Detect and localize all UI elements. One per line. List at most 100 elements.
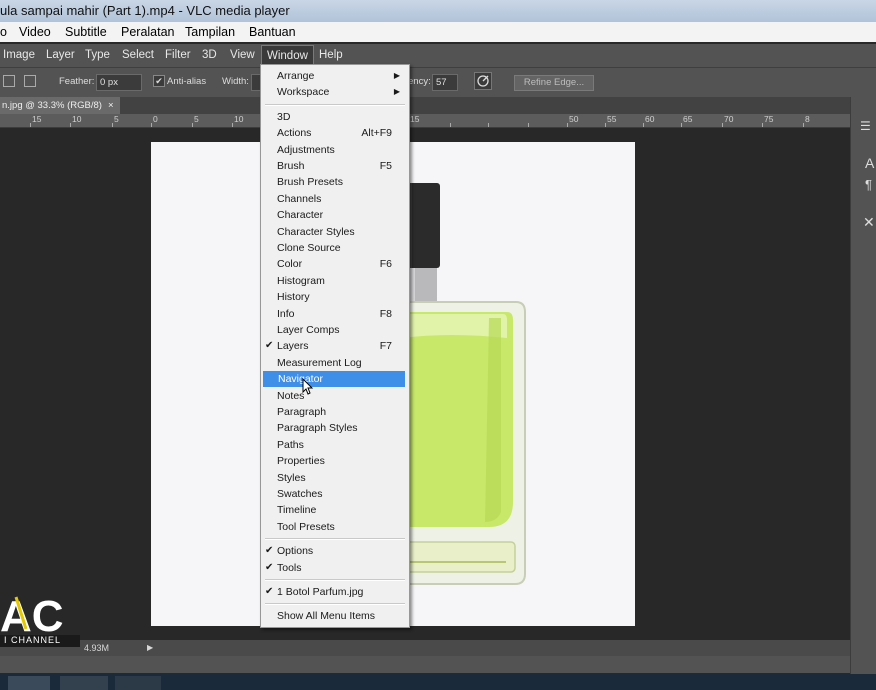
menu-item-brush[interactable]: Brush F5 (262, 158, 406, 174)
ruler-label: 15 (410, 114, 420, 124)
menu-item-label: Character Styles (277, 225, 355, 238)
menu-item-histogram[interactable]: Histogram (262, 273, 406, 289)
menu-item-styles[interactable]: Styles (262, 470, 406, 486)
menu-item-clone-source[interactable]: Clone Source (262, 240, 406, 256)
menu-item-label: Timeline (277, 504, 317, 517)
windows-taskbar (0, 674, 876, 690)
menu-item-label: Color (277, 258, 303, 271)
menu-item-arrange[interactable]: Arrange ▶ (262, 68, 406, 84)
pen-pressure-icon[interactable] (474, 72, 492, 90)
vlc-menu-subtitle[interactable]: Subtitle (65, 22, 107, 42)
right-panel-dock: ☰ A ¶ ✕ (850, 97, 876, 674)
menu-item-brush-presets[interactable]: Brush Presets (262, 174, 406, 190)
feather-input[interactable]: 0 px (96, 74, 142, 91)
opacity-input[interactable]: 57 (432, 74, 458, 91)
antialias-checkbox[interactable]: ✔ (153, 75, 165, 87)
ps-menu-bar: Image Layer Type Select Filter 3D View W… (0, 44, 876, 67)
menu-item-options[interactable]: ✔ Options (262, 543, 406, 559)
menu-item-label: Tools (277, 561, 302, 574)
ps-menu-window[interactable]: Window (261, 45, 314, 66)
menu-item-actions[interactable]: Actions Alt+F9 (262, 125, 406, 141)
menu-item-color[interactable]: Color F6 (262, 256, 406, 272)
menu-item-channels[interactable]: Channels (262, 191, 406, 207)
menu-item-navigator[interactable]: Navigator (263, 371, 405, 388)
vlc-menu-peralatan[interactable]: Peralatan (121, 22, 175, 42)
submenu-arrow-icon: ▶ (393, 87, 400, 97)
menu-item-character[interactable]: Character (262, 207, 406, 223)
menu-item-label: History (277, 291, 310, 304)
menu-item-label: Navigator (278, 373, 323, 386)
menu-item-workspace[interactable]: Workspace ▶ (262, 84, 406, 100)
menu-item-label: Paths (277, 438, 304, 451)
menu-item-1-botol-parfum-jpg[interactable]: ✔ 1 Botol Parfum.jpg (262, 584, 406, 600)
menu-item-label: Clone Source (277, 242, 341, 254)
chrome-icon[interactable] (60, 676, 108, 690)
menu-item-character-styles[interactable]: Character Styles (262, 224, 406, 240)
menu-item-label: Notes (277, 389, 305, 402)
checkmark-icon: ✔ (265, 586, 274, 597)
menu-item-properties[interactable]: Properties (262, 453, 406, 469)
panel-options-icon[interactable]: ☰ (860, 119, 871, 133)
feather-label: Feather: (59, 76, 95, 87)
menu-item-label: Show All Menu Items (277, 610, 376, 623)
options-bar: Feather: 0 px ✔ Anti-alias Width: ency: … (0, 67, 876, 97)
menu-item-show-all-menu-items[interactable]: Show All Menu Items (262, 608, 406, 624)
menu-item-tool-presets[interactable]: Tool Presets (262, 519, 406, 535)
menu-item-history[interactable]: History (262, 289, 406, 305)
ps-menu-view[interactable]: View (230, 44, 255, 67)
menu-item-paragraph-styles[interactable]: Paragraph Styles (262, 420, 406, 436)
watermark-channel-text: I CHANNEL (4, 635, 62, 645)
menu-item-adjustments[interactable]: Adjustments (262, 142, 406, 158)
refine-edge-button[interactable]: Refine Edge... (514, 75, 594, 91)
ps-menu-image[interactable]: Image (3, 44, 35, 67)
vlc-menu-bantuan[interactable]: Bantuan (249, 22, 296, 42)
checkmark-icon: ✔ (265, 561, 274, 573)
taskbar-app-icon[interactable] (8, 676, 50, 690)
bottom-panel-strip (0, 656, 850, 673)
menu-item-paths[interactable]: Paths (262, 437, 406, 453)
ruler-label: 10 (72, 114, 82, 124)
menu-item-layer-comps[interactable]: Layer Comps (262, 322, 406, 338)
ps-menu-filter[interactable]: Filter (165, 44, 191, 67)
tool-presets-icon[interactable]: ✕ (863, 214, 875, 231)
paragraph-panel-icon[interactable]: ¶ (865, 177, 872, 192)
menu-item-timeline[interactable]: Timeline (262, 502, 406, 518)
close-tab-icon[interactable]: × (108, 97, 114, 114)
ruler-label: 10 (234, 114, 244, 124)
vlc-menu-tampilan[interactable]: Tampilan (185, 22, 235, 42)
vlc-menu-video[interactable]: Video (19, 22, 51, 42)
menu-item-label: Histogram (277, 274, 325, 287)
menu-separator (265, 603, 405, 606)
channel-watermark-logo: AC I CHANNEL (0, 583, 84, 653)
window-menu-dropdown: Arrange ▶ Workspace ▶ 3D Actions Alt+F9 Adjustm… (260, 64, 410, 628)
doc-size-readout: 4.93M (84, 643, 110, 653)
ps-menu-select[interactable]: Select (122, 44, 154, 67)
ps-menu-3d[interactable]: 3D (202, 44, 217, 67)
menu-item-shortcut: Alt+F9 (361, 127, 392, 140)
menu-item-shortcut: F8 (379, 307, 392, 320)
ruler-label: 0 (153, 114, 158, 124)
character-panel-icon[interactable]: A (865, 155, 874, 171)
menu-item-swatches[interactable]: Swatches (262, 486, 406, 502)
add-selection-icon[interactable] (24, 75, 36, 87)
menu-item-tools[interactable]: ✔ Tools (262, 560, 406, 576)
menu-item-label: Paragraph Styles (277, 422, 358, 435)
menu-item-layers[interactable]: ✔ Layers F7 (262, 338, 406, 354)
new-selection-icon[interactable] (3, 75, 15, 87)
menu-item-label: Adjustments (277, 143, 335, 156)
document-tab[interactable]: n.jpg @ 33.3% (RGB/8) × (0, 97, 120, 114)
photoshop-icon[interactable] (115, 676, 161, 690)
checkmark-icon: ✔ (265, 340, 274, 352)
ps-menu-layer[interactable]: Layer (46, 44, 75, 67)
menu-item-info[interactable]: Info F8 (262, 306, 406, 322)
menu-item-measurement-log[interactable]: Measurement Log (262, 355, 406, 371)
ps-menu-type[interactable]: Type (85, 44, 110, 67)
ruler-label: 50 (569, 114, 579, 124)
menu-item-3d[interactable]: 3D (262, 109, 406, 125)
menu-item-notes[interactable]: Notes (262, 388, 406, 404)
menu-item-paragraph[interactable]: Paragraph (262, 404, 406, 420)
status-arrow-icon[interactable]: ▶ (147, 640, 153, 656)
vlc-menu-media[interactable]: o (0, 22, 7, 42)
vlc-title-bar: ula sampai mahir (Part 1).mp4 - VLC medi… (0, 0, 876, 22)
menu-item-shortcut: F5 (379, 160, 392, 172)
